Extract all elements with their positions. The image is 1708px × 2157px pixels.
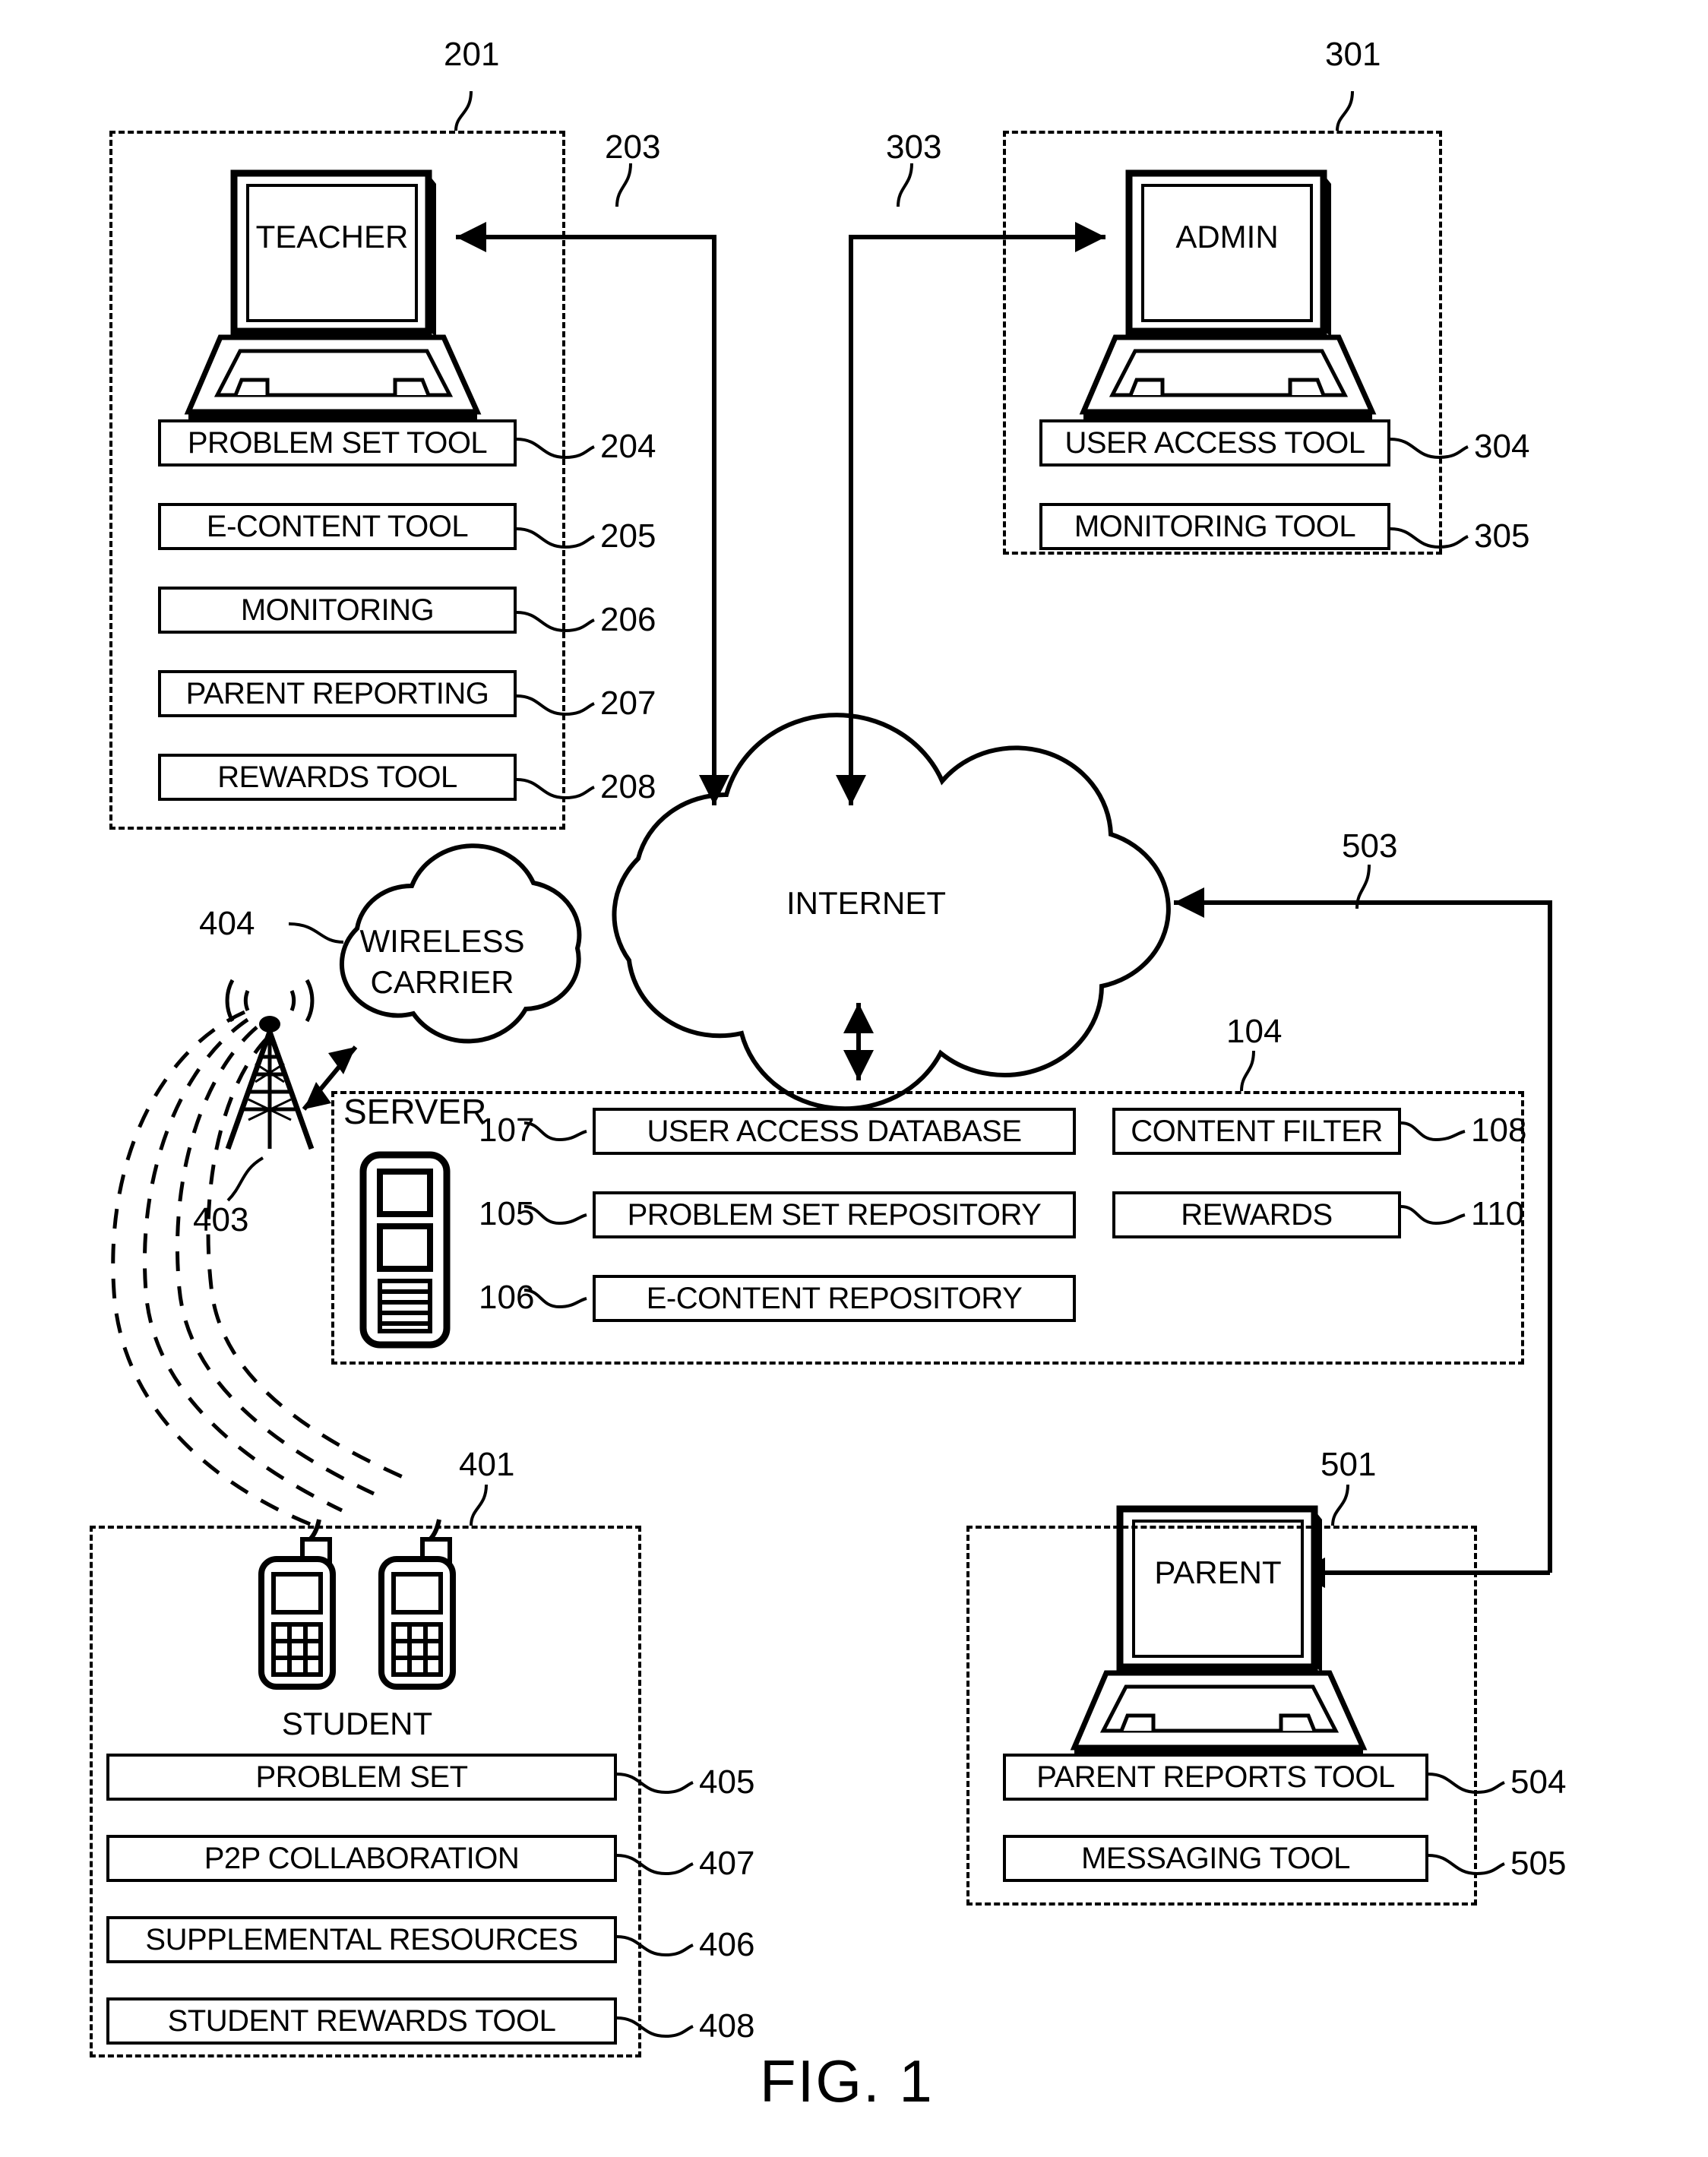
server-tool-problem-set-repository[interactable]: PROBLEM SET REPOSITORY (593, 1191, 1076, 1238)
ref-number-503: 503 (1342, 827, 1398, 865)
server-tool-e-content-repository[interactable]: E-CONTENT REPOSITORY (593, 1275, 1076, 1322)
student-tool-student-rewards[interactable]: STUDENT REWARDS TOOL (106, 1997, 617, 2045)
teacher-tool-e-content[interactable]: E-CONTENT TOOL (158, 503, 517, 550)
arrowhead-cloud-up (843, 1003, 874, 1033)
teacher-tool-problem-set[interactable]: PROBLEM SET TOOL (158, 419, 517, 467)
student-tool-p2p-collaboration[interactable]: P2P COLLABORATION (106, 1835, 617, 1882)
leader-201 (454, 90, 473, 131)
ref-number-208: 208 (600, 768, 656, 805)
ref-number-207: 207 (600, 685, 656, 722)
server-tool-user-access-database[interactable]: USER ACCESS DATABASE (593, 1108, 1076, 1155)
wireless-carrier-label-line2: CARRIER (370, 964, 514, 1000)
ref-number-104: 104 (1226, 1013, 1283, 1050)
arrowhead-server-down (843, 1050, 874, 1080)
admin-tool-user-access[interactable]: USER ACCESS TOOL (1039, 419, 1390, 467)
arrowhead-carrier (328, 1047, 356, 1074)
teacher-tool-monitoring[interactable]: MONITORING (158, 587, 517, 634)
leader-401 (470, 1484, 488, 1526)
figure-title: FIG. 1 (760, 2048, 934, 2114)
teacher-tool-rewards[interactable]: REWARDS TOOL (158, 754, 517, 801)
ref-number-301: 301 (1325, 36, 1381, 73)
server-tool-content-filter[interactable]: CONTENT FILTER (1112, 1108, 1401, 1155)
ref-number-201: 201 (444, 36, 500, 73)
arrowhead-tower (304, 1082, 331, 1109)
wireless-carrier-label-line1: WIRELESS (359, 923, 525, 959)
ref-number-501: 501 (1321, 1446, 1377, 1483)
parent-screen-label: PARENT (1154, 1554, 1282, 1590)
admin-screen-label: ADMIN (1175, 219, 1279, 255)
arrowhead-203-to-cloud (699, 775, 729, 805)
ref-number-206: 206 (600, 601, 656, 638)
leader-501 (1331, 1484, 1349, 1526)
arrowhead-303-to-cloud (836, 775, 866, 805)
signal-curve-mid (142, 1017, 343, 1513)
leader-104 (1240, 1050, 1255, 1092)
ref-number-504: 504 (1510, 1763, 1567, 1801)
leader-301 (1336, 90, 1354, 131)
ref-number-407: 407 (699, 1845, 755, 1882)
arrowhead-to-cloud-503 (1174, 887, 1204, 918)
ref-number-107: 107 (479, 1112, 535, 1149)
leader-503 (1355, 864, 1371, 909)
leader-203 (615, 163, 632, 207)
teacher-screen-label: TEACHER (255, 219, 409, 255)
student-device-label: STUDENT (281, 1706, 433, 1741)
server-tool-rewards[interactable]: REWARDS (1112, 1191, 1401, 1238)
ref-number-305: 305 (1474, 517, 1530, 555)
ref-number-205: 205 (600, 517, 656, 555)
leader-403 (226, 1156, 264, 1202)
ref-number-304: 304 (1474, 428, 1530, 465)
ref-number-204: 204 (600, 428, 656, 465)
student-tool-problem-set[interactable]: PROBLEM SET (106, 1754, 617, 1801)
ref-number-110: 110 (1471, 1195, 1525, 1232)
ref-number-401: 401 (459, 1446, 515, 1483)
patent-figure-1: 201 301 203 303 503 104 401 501 404 403 … (0, 0, 1708, 2157)
ref-number-406: 406 (699, 1926, 755, 1963)
leader-303 (897, 163, 913, 207)
internet-cloud-label: INTERNET (786, 885, 946, 921)
ref-number-405: 405 (699, 1763, 755, 1801)
admin-tool-monitoring[interactable]: MONITORING TOOL (1039, 503, 1390, 550)
ref-number-106: 106 (479, 1279, 535, 1316)
server-title-label: SERVER (343, 1092, 487, 1131)
signal-curve-outer (111, 1010, 318, 1529)
cell-tower-icon (225, 979, 315, 1150)
ref-number-408: 408 (699, 2007, 755, 2045)
ref-number-303: 303 (886, 128, 942, 166)
parent-tool-parent-reports[interactable]: PARENT REPORTS TOOL (1003, 1754, 1428, 1801)
ref-number-404: 404 (199, 905, 255, 942)
ref-number-403: 403 (193, 1201, 249, 1238)
parent-tool-messaging[interactable]: MESSAGING TOOL (1003, 1835, 1428, 1882)
ref-number-203: 203 (605, 128, 661, 166)
admin-group-boundary (1003, 131, 1442, 555)
ref-number-105: 105 (479, 1195, 535, 1232)
leader-404 (288, 922, 344, 944)
teacher-tool-parent-reporting[interactable]: PARENT REPORTING (158, 670, 517, 717)
student-tool-supplemental-resources[interactable]: SUPPLEMENTAL RESOURCES (106, 1916, 617, 1963)
ref-number-108: 108 (1471, 1112, 1527, 1149)
ref-number-505: 505 (1510, 1845, 1567, 1882)
